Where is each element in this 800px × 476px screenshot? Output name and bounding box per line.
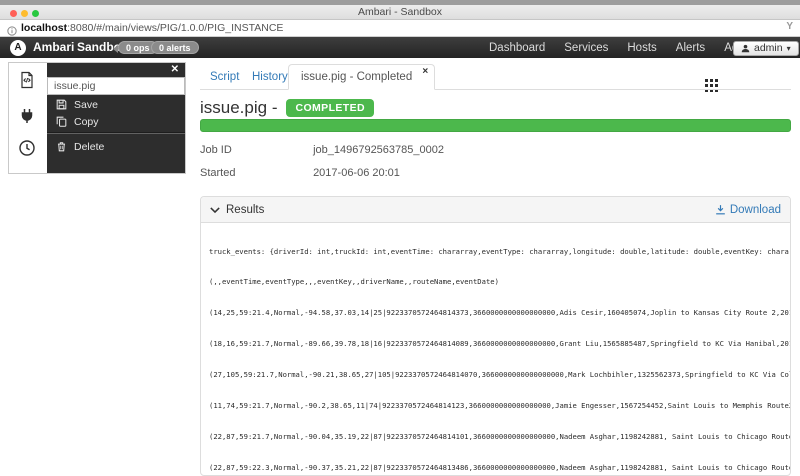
tab-bar: Script History issue.pig - Completed × [200,64,791,90]
job-id-row: Job ID job_1496792563785_0002 [200,144,791,156]
status-badge: COMPLETED [286,99,375,117]
result-line: (11,74,59:21.7,Normal,-90.2,38.65,11|74|… [209,401,790,411]
job-id-label: Job ID [200,144,232,156]
sidebar-toolbar [9,63,47,173]
script-name-input[interactable] [47,77,185,95]
results-title-label: Results [226,203,265,216]
result-line: (18,16,59:21.7,Normal,-89.66,39.78,18|16… [209,339,790,349]
tab-script[interactable]: Script [210,64,239,90]
user-label: admin [754,42,783,54]
history-clock-icon[interactable] [18,139,38,159]
result-line: (,,eventTime,eventType,,,eventKey,,drive… [209,277,499,287]
nav-dashboard[interactable]: Dashboard [489,42,545,54]
delete-label: Delete [74,140,105,153]
user-menu-button[interactable]: admin ▾ [733,40,799,56]
download-button[interactable]: Download [715,204,781,216]
brand-ambari[interactable]: Ambari [33,37,74,58]
browser-extension-icon[interactable]: Y [786,21,793,32]
result-line: (14,25,59:21.4,Normal,-94.58,37.03,14|25… [209,308,790,318]
result-line: (27,105,59:21.7,Normal,-90.21,38.65,27|1… [209,370,790,380]
download-label: Download [729,203,781,216]
caret-down-icon: ▾ [786,43,791,53]
copy-icon [56,116,67,127]
chevron-down-icon [210,206,220,213]
browser-url-bar[interactable]: localhost:8080/#/main/views/PIG/1.0.0/PI… [0,20,800,37]
result-line: (22,87,59:22.3,Normal,-90.37,35.21,22|87… [209,462,790,472]
url-path: :8080/#/main/views/PIG/1.0.0/PIG_INSTANC… [67,22,284,34]
job-id-value: job_1496792563785_0002 [313,144,444,156]
udf-plug-icon[interactable] [18,107,38,127]
started-label: Started [200,167,236,179]
tab-job-active[interactable]: issue.pig - Completed × [288,64,436,90]
started-row: Started 2017-06-06 20:01 [200,167,791,179]
browser-title-bar: Ambari - Sandbox [0,5,800,20]
nav-services[interactable]: Services [564,42,608,54]
results-collapse-toggle[interactable]: Results [210,204,264,216]
results-panel: Results Download truck_events: {driverId… [200,196,791,476]
result-line: (22,87,59:21.7,Normal,-90.04,35.19,22|87… [209,431,790,441]
job-progress-bar [200,119,791,132]
alerts-badge[interactable]: 0 alerts [151,41,199,54]
save-button[interactable]: Save [47,96,185,113]
copy-label: Copy [74,115,99,128]
pig-sidebar: ✕ Save Copy Delete [8,62,186,174]
started-value: 2017-06-06 20:01 [313,167,400,179]
tab-job-label: issue.pig - Completed [301,71,413,83]
script-file-icon[interactable] [18,71,38,91]
results-output[interactable]: truck_events: {driverId: int,truckId: in… [201,223,790,473]
download-icon [716,205,725,215]
copy-button[interactable]: Copy [47,113,185,130]
delete-button[interactable]: Delete [47,138,185,155]
script-flyout-panel: ✕ Save Copy Delete [47,63,185,173]
results-header: Results Download [201,197,790,223]
job-title-row: issue.pig - COMPLETED [200,98,375,118]
nav-alerts[interactable]: Alerts [676,42,705,54]
trash-icon [57,142,66,152]
tab-history[interactable]: History [252,64,288,90]
url-host: localhost [21,22,68,34]
navbar-links: Dashboard Services Hosts Alerts Admin [489,37,757,58]
window-title: Ambari - Sandbox [357,6,443,18]
menu-divider [47,133,185,134]
url-text: localhost:8080/#/main/views/PIG/1.0.0/PI… [21,20,283,36]
result-line: truck_events: {driverId: int,truckId: in… [209,246,790,256]
tab-close-icon[interactable]: × [422,67,428,77]
ambari-logo[interactable]: A [10,39,26,56]
save-icon [56,99,67,110]
person-icon [741,44,750,52]
script-actions-menu: Save Copy Delete [47,96,185,155]
page-title: issue.pig - [200,98,278,117]
nav-hosts[interactable]: Hosts [627,42,656,54]
save-label: Save [74,98,98,111]
ambari-navbar: A Ambari Sandbox 0 ops 0 alerts Dashboar… [0,37,800,97]
close-icon[interactable]: ✕ [171,64,179,75]
